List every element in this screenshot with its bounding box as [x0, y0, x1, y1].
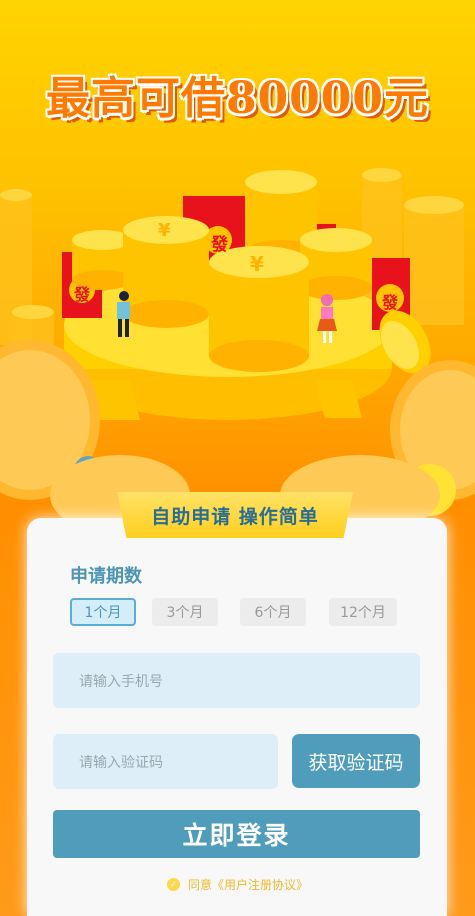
login-button[interactable]: 立即登录 — [53, 810, 420, 858]
agreement-row: ✓ 同意 《用户注册协议》 — [0, 876, 475, 893]
coin-yen-symbol: ¥ — [158, 220, 171, 241]
period-option-6m[interactable]: 6个月 — [240, 598, 306, 626]
period-option-label: 12个月 — [340, 605, 386, 621]
get-code-label: 获取验证码 — [308, 751, 404, 774]
period-option-label: 1个月 — [84, 605, 122, 621]
fa-badge-label: 發 — [74, 285, 91, 304]
period-option-label: 3个月 — [166, 605, 204, 621]
period-option-3m[interactable]: 3个月 — [152, 598, 218, 626]
coin-yen-symbol: ¥ — [250, 252, 264, 276]
headline: 最高可借80000元 — [45, 73, 430, 124]
phone-input[interactable]: 请输入手机号 — [53, 653, 420, 708]
banner-text: 自助申请 操作简单 — [151, 505, 319, 528]
login-label: 立即登录 — [182, 821, 291, 850]
phone-input-placeholder: 请输入手机号 — [79, 673, 163, 690]
agreement-link[interactable]: 《用户注册协议》 — [212, 876, 308, 893]
banner-ribbon: 自助申请 操作简单 — [117, 492, 353, 538]
period-option-1m[interactable]: 1个月 — [70, 598, 136, 626]
period-option-label: 6个月 — [254, 605, 292, 621]
fa-badge-label: 發 — [382, 293, 399, 312]
get-code-button[interactable]: 获取验证码 — [292, 734, 420, 788]
agree-prefix: 同意 — [187, 878, 212, 892]
code-input-placeholder: 请输入验证码 — [79, 754, 163, 771]
fa-badge-label: 發 — [211, 235, 228, 255]
period-option-12m[interactable]: 12个月 — [329, 598, 397, 626]
code-input[interactable]: 请输入验证码 — [53, 734, 278, 789]
period-title: 申请期数 — [70, 566, 142, 587]
checkbox-icon[interactable]: ✓ — [166, 878, 180, 891]
